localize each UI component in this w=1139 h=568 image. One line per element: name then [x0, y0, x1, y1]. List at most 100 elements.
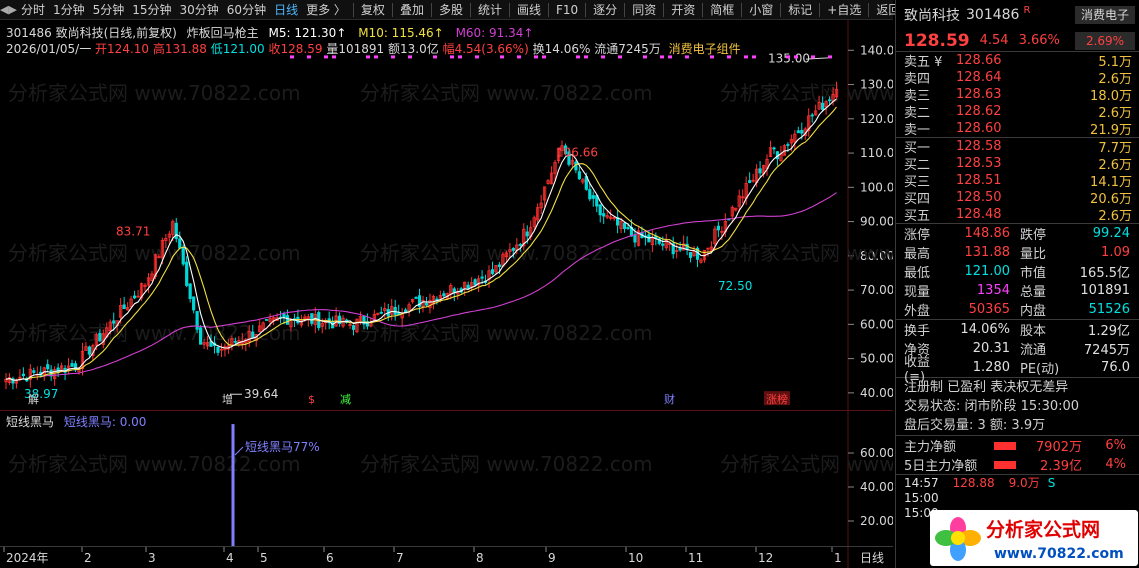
flow-pct: 6% — [1105, 438, 1126, 453]
date-axis-label: 1 — [834, 551, 842, 565]
price-axis-label: 90.00 — [860, 215, 893, 229]
candle-body — [414, 296, 418, 299]
toolbar-button-19[interactable]: 标记 — [784, 0, 816, 20]
candle-body — [251, 331, 255, 339]
toolbar-button-15[interactable]: 同资 — [628, 0, 660, 20]
bar-amplitude: 幅4.54(3.66%) — [442, 42, 529, 56]
tick-volume: 9.0万 — [1008, 476, 1040, 490]
stat-value: 165.5亿 — [1079, 266, 1130, 281]
main-kline-chart[interactable]: 140.00130.00120.00110.00100.0090.0080.00… — [0, 20, 1013, 410]
ask-row[interactable]: 卖一 128.60 21.9万 — [896, 120, 1139, 138]
stats-row: 涨停 148.86 跌停 99.24 — [896, 224, 1139, 243]
stat-label: 总量 — [1020, 285, 1047, 300]
ask-price: 128.62 — [956, 104, 1002, 119]
toolbar-right-arrow-icon[interactable]: ▶ — [8, 0, 16, 20]
toolbar-button-20[interactable]: +自选 — [823, 0, 865, 20]
toolbar-button-18[interactable]: 小窗 — [745, 0, 777, 20]
date-axis-label: 11 — [688, 551, 703, 565]
bar-volume: 量101891 — [326, 42, 385, 56]
candle-body — [490, 269, 495, 275]
price-axis-label: 70.00 — [860, 283, 893, 297]
stat-label: 涨停 — [904, 228, 931, 243]
date-axis-label: 10 — [628, 551, 643, 565]
fundamental-value: 76.0 — [1101, 360, 1130, 375]
candle-body — [112, 320, 116, 324]
bar-sector[interactable]: 消费电子组件 — [669, 42, 741, 56]
bid-row[interactable]: 买三 128.51 14.1万 — [896, 172, 1139, 190]
toolbar-separator — [780, 2, 782, 17]
signal-annotation: 短线黑马77% — [245, 440, 320, 454]
date-axis-label: 8 — [476, 551, 484, 565]
toolbar-button-5[interactable]: 60分钟 — [223, 0, 270, 20]
sub-indicator-header: 短线黑马 短线黑马: 0.00 — [6, 413, 146, 430]
toolbar-button-9[interactable]: 叠加 — [396, 0, 428, 20]
annotation-high-1: 83.71 — [116, 224, 150, 238]
candle-body — [633, 234, 637, 243]
date-axis-label: 2024年 — [6, 551, 49, 565]
fundamental-label: PE(动) — [1020, 362, 1060, 377]
toolbar-button-16[interactable]: 开资 — [667, 0, 699, 20]
toolbar-button-17[interactable]: 简框 — [706, 0, 738, 20]
candle-body — [181, 247, 185, 265]
toolbar-button-14[interactable]: 逐分 — [589, 0, 621, 20]
stat-value: 1354 — [976, 283, 1010, 298]
ask-row[interactable]: 卖三 128.63 18.0万 — [896, 86, 1139, 104]
watermark-text: 分析家公式网 www.70822.com — [720, 81, 893, 105]
sector-tag[interactable]: 消费电子 — [1075, 6, 1135, 24]
candle-body — [192, 296, 196, 311]
price-axis-label: 120.00 — [860, 112, 893, 126]
price-axis-label: 100.00 — [860, 180, 893, 194]
toolbar-button-6[interactable]: 日线 — [270, 0, 302, 20]
candle-body — [772, 147, 776, 150]
watermark-text: 分析家公式网 www.70822.com — [8, 452, 301, 476]
candle-body — [174, 222, 178, 240]
toolbar-button-4[interactable]: 30分钟 — [176, 0, 223, 20]
toolbar-button-0[interactable]: 分时 — [17, 0, 49, 20]
candle-body — [98, 333, 102, 342]
date-axis-label: 5 — [260, 551, 268, 565]
candle-body — [577, 171, 581, 180]
date-axis-label: 12 — [758, 551, 773, 565]
price-axis-label: 50.00 — [860, 352, 893, 366]
sub-indicator-chart[interactable]: 60.00 40.00 20.00 分析家公式网 www.70822.com 分析家公式… — [0, 410, 1013, 547]
toolbar-button-2[interactable]: 5分钟 — [89, 0, 129, 20]
bid-row[interactable]: 买五 128.48 2.6万 — [896, 206, 1139, 224]
toolbar-button-8[interactable]: 复权 — [357, 0, 389, 20]
price-axis-label: 60.00 — [860, 317, 893, 331]
tick-flag: S — [1047, 475, 1056, 490]
ask-price: 128.63 — [956, 87, 1002, 102]
toolbar-button-1[interactable]: 1分钟 — [49, 0, 89, 20]
bid-row[interactable]: 买四 128.50 20.6万 — [896, 189, 1139, 207]
toolbar-button-13[interactable]: F10 — [552, 0, 582, 20]
price-axis-label: 140.00 — [860, 43, 893, 57]
toolbar-button-7[interactable]: 更多 〉 — [302, 0, 350, 20]
toolbar-left-arrow-icon[interactable]: ◀ — [0, 0, 8, 20]
indicator-name[interactable]: 炸板回马枪主 — [187, 26, 259, 40]
candle-body — [185, 261, 189, 286]
flow-bar — [994, 441, 1016, 450]
bid-row[interactable]: 买一 128.58 7.7万 — [896, 138, 1139, 156]
bid-price: 128.50 — [956, 190, 1002, 205]
kline-svg[interactable]: 140.00130.00120.00110.00100.0090.0080.00… — [0, 20, 1013, 410]
candle-body — [351, 325, 356, 330]
toolbar-button-12[interactable]: 画线 — [513, 0, 545, 20]
note-line: 注册制 已盈利 表决权无差异 — [904, 380, 1069, 395]
ask-row[interactable]: 卖四 128.64 2.6万 — [896, 69, 1139, 87]
toolbar-button-11[interactable]: 统计 — [474, 0, 506, 20]
toolbar-separator — [819, 2, 821, 17]
bar-close: 收128.59 — [268, 42, 323, 56]
fundamentals-row: 收益(≡) 1.280 PE(动) 76.0 — [896, 355, 1139, 385]
toolbar-button-10[interactable]: 多股 — [435, 0, 467, 20]
bid-row[interactable]: 买二 128.53 2.6万 — [896, 155, 1139, 173]
fundamental-value: 14.06% — [960, 322, 1010, 337]
candle-body — [216, 346, 220, 353]
ask-row[interactable]: 卖二 128.62 2.6万 — [896, 103, 1139, 121]
fundamental-value: 1.29亿 — [1088, 324, 1130, 339]
ask-row[interactable]: 卖五 ¥128.66 5.1万 — [896, 52, 1139, 70]
candle-body — [393, 306, 397, 315]
sub-indicator-svg[interactable]: 60.0040.0020.00分析家公式网 www.70822.com 分析家公式… — [0, 411, 1013, 547]
toolbar-separator — [702, 2, 704, 17]
sub-indicator-title[interactable]: 短线黑马 — [6, 415, 54, 429]
candle-body — [821, 102, 825, 110]
toolbar-button-3[interactable]: 15分钟 — [128, 0, 175, 20]
